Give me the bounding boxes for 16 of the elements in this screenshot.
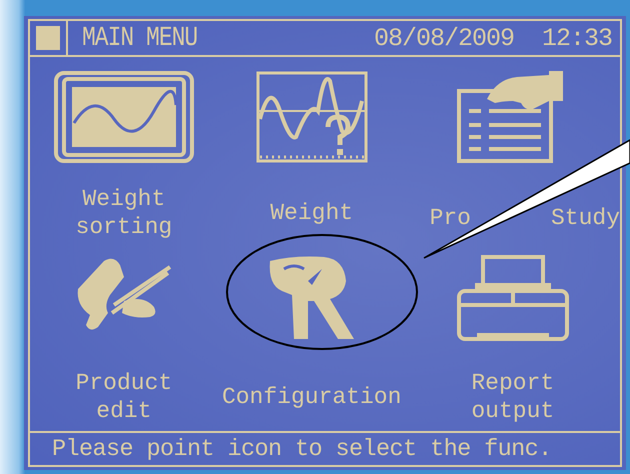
chart-icon	[256, 71, 368, 163]
menu-label[interactable]: Configuration	[222, 383, 402, 411]
menu-label[interactable]: Study	[550, 204, 620, 232]
square-icon	[36, 26, 60, 50]
menu-label[interactable]: sorting	[76, 213, 172, 241]
menu-label[interactable]: Report	[471, 369, 554, 397]
menu-label[interactable]: Product	[76, 369, 172, 397]
status-message: Please point icon to select the func.	[30, 431, 620, 465]
menu-label[interactable]: Pro	[430, 204, 471, 232]
menu-label[interactable]: Weight	[82, 185, 166, 213]
menu-label[interactable]: output	[471, 397, 554, 425]
monitor-icon	[54, 71, 194, 163]
menu-title: MAIN MENU	[82, 22, 198, 54]
menu-label[interactable]: edit	[96, 397, 152, 425]
menu-label[interactable]: Weight	[270, 199, 354, 227]
date-time: 08/08/2009 12:33	[374, 24, 612, 52]
